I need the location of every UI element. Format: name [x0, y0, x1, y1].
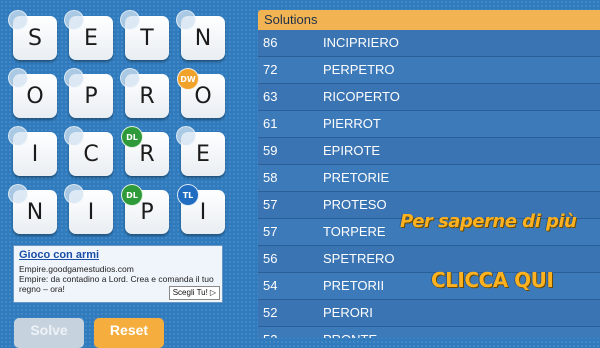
solutions-list[interactable]: 86 INCIPRIERO 72 PERPETRO 63 RICOPERTO 61 PIERR…	[258, 30, 600, 338]
solution-word: PRONTE	[323, 327, 600, 338]
solution-score: 61	[263, 116, 278, 131]
letter-tile[interactable]: C	[64, 126, 113, 176]
solution-score: 52	[258, 327, 323, 338]
letter-tile[interactable]: R DL	[121, 126, 169, 176]
solution-word: SPETRERO	[323, 251, 395, 266]
solutions-panel: Solutions 86 INCIPRIERO 72 PERPETRO 63 RICOPE…	[258, 10, 600, 338]
tile-corner-marker	[64, 68, 84, 88]
solution-word: PROTESO	[323, 197, 387, 212]
tile-bonus-badge: DL	[121, 126, 143, 148]
solution-row[interactable]: 63 RICOPERTO	[258, 84, 600, 111]
solution-score: 57	[263, 197, 278, 212]
tile-bonus-badge: DW	[177, 68, 199, 90]
tile-letter: S	[28, 25, 42, 51]
tile-letter: I	[87, 199, 95, 225]
letter-tile[interactable]: I	[8, 126, 57, 176]
solution-score: 58	[263, 170, 278, 185]
letter-tile[interactable]: R	[120, 68, 169, 118]
letter-tile[interactable]: N	[176, 10, 225, 60]
tile-letter: I	[31, 141, 39, 167]
solution-score: 63	[263, 89, 278, 104]
tile-letter: I	[199, 199, 207, 225]
tile-letter: T	[140, 25, 154, 51]
solution-word: RICOPERTO	[323, 89, 400, 104]
letter-tile[interactable]: P DL	[121, 184, 169, 234]
tile-corner-marker	[120, 68, 140, 88]
solution-row[interactable]: 57 TORPERE	[258, 219, 600, 246]
tile-corner-marker	[8, 126, 28, 146]
ad-banner[interactable]: Gioco con armi Empire.goodgamestudios.co…	[13, 245, 223, 303]
solution-word: PERPETRO	[323, 62, 395, 77]
tile-corner-marker	[8, 10, 28, 30]
solution-score: 59	[263, 143, 278, 158]
tile-bonus-badge: TL	[177, 184, 199, 206]
solution-word: EPIROTE	[323, 143, 381, 158]
solution-row[interactable]: 86 INCIPRIERO	[258, 30, 600, 57]
ad-arrow-icon: ▷	[209, 288, 216, 297]
tile-bonus-badge: DL	[121, 184, 143, 206]
tile-letter: R	[139, 83, 155, 109]
reset-button[interactable]: Reset	[94, 318, 164, 348]
tile-letter: E	[196, 141, 210, 167]
letter-tile[interactable]: E	[176, 126, 225, 176]
tile-letter: P	[84, 83, 98, 109]
letter-tile[interactable]: T	[120, 10, 169, 60]
letter-tile[interactable]: O	[8, 68, 57, 118]
ad-url[interactable]: Empire.goodgamestudios.com	[19, 264, 217, 274]
solution-row[interactable]: 58 PRETORIE	[258, 165, 600, 192]
letter-tile[interactable]: N	[8, 184, 57, 234]
tile-letter: R	[139, 141, 155, 167]
tile-letter: C	[83, 141, 99, 167]
solution-row[interactable]: 59 EPIROTE	[258, 138, 600, 165]
solution-score: 56	[263, 251, 278, 266]
solution-word: PIERROT	[323, 116, 381, 131]
solution-word: PRETORIE	[323, 170, 390, 185]
tile-letter: N	[194, 25, 212, 51]
tile-corner-marker	[8, 184, 28, 204]
tile-corner-marker	[64, 126, 84, 146]
solution-word: INCIPRIERO	[323, 35, 399, 50]
solution-word: PRETORII	[323, 278, 385, 293]
letter-tile[interactable]: I	[64, 184, 113, 234]
tile-letter: P	[140, 199, 154, 225]
solution-word: TORPERE	[323, 224, 386, 239]
solutions-header: Solutions	[258, 10, 600, 30]
solution-row[interactable]: 54 PRETORII	[258, 273, 600, 300]
solution-score: 72	[263, 62, 278, 77]
solution-row[interactable]: 52PRONTE	[258, 327, 600, 338]
letter-tile[interactable]: E	[64, 10, 113, 60]
solution-score: 57	[263, 224, 278, 239]
solution-row[interactable]: 56 SPETRERO	[258, 246, 600, 273]
solution-row[interactable]: 61 PIERROT	[258, 111, 600, 138]
tile-corner-marker	[176, 10, 196, 30]
letter-tile[interactable]: I TL	[177, 184, 225, 234]
tile-letter: O	[194, 83, 212, 109]
letter-tile[interactable]: S	[8, 10, 57, 60]
solution-score: 52	[263, 305, 278, 320]
ad-title[interactable]: Gioco con armi	[19, 249, 217, 262]
tile-corner-marker	[120, 10, 140, 30]
tile-letter: N	[26, 199, 44, 225]
solution-row[interactable]: 72 PERPETRO	[258, 57, 600, 84]
solution-row[interactable]: 52 PERORI	[258, 300, 600, 327]
solution-score: 86	[263, 35, 278, 50]
tile-corner-marker	[176, 126, 196, 146]
solve-button[interactable]: Solve	[14, 318, 84, 348]
tile-corner-marker	[64, 184, 84, 204]
tile-letter: E	[84, 25, 98, 51]
tile-corner-marker	[8, 68, 28, 88]
solution-score: 54	[263, 278, 278, 293]
tile-corner-marker	[64, 10, 84, 30]
letter-tile[interactable]: P	[64, 68, 113, 118]
ad-choose-button[interactable]: Scegli Tu! ▷	[168, 286, 220, 300]
solution-word: PERORI	[323, 305, 373, 320]
letter-board: S E T N O P R O DW I C R DL E N I P DL I TL	[0, 0, 250, 240]
letter-tile[interactable]: O DW	[177, 68, 225, 118]
tile-letter: O	[26, 83, 44, 109]
solution-row[interactable]: 57 PROTESO	[258, 192, 600, 219]
ad-choose-label: Scegli Tu!	[172, 288, 208, 297]
